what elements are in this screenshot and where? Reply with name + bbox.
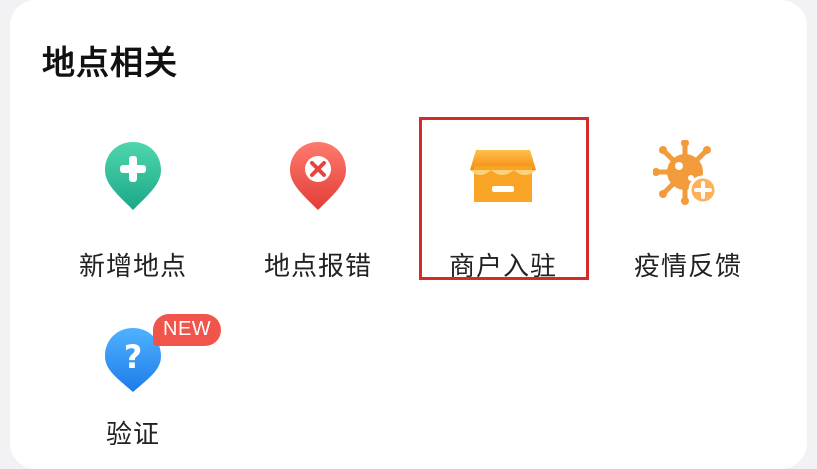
report-error-label: 地点报错 <box>263 252 372 282</box>
add-location-label: 新增地点 <box>78 252 187 282</box>
verify-label: 验证 <box>105 420 160 450</box>
svg-text:?: ? <box>124 338 143 376</box>
new-badge: NEW <box>153 314 222 346</box>
virus-icon <box>652 139 723 212</box>
error-location-icon <box>288 140 348 212</box>
epidemic-feedback-label: 疫情反馈 <box>633 252 742 282</box>
add-location-icon <box>103 140 163 212</box>
merchant-highlight-box <box>419 117 589 280</box>
section-title: 地点相关 <box>42 43 178 82</box>
